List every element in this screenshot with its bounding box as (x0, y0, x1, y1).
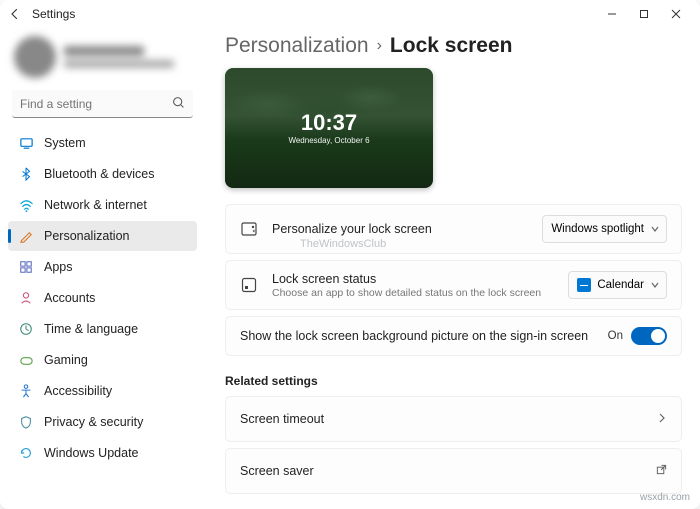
dropdown-value: Calendar (597, 279, 644, 291)
avatar (14, 36, 56, 78)
chevron-down-icon (650, 280, 660, 293)
sidebar-item-label: Accessibility (44, 384, 112, 398)
get-help-link[interactable]: Get help (225, 500, 682, 509)
page-title: Lock screen (390, 34, 513, 58)
chevron-right-icon (657, 410, 667, 428)
accounts-icon (18, 290, 34, 306)
calendar-icon (577, 278, 591, 292)
external-link-icon (656, 462, 667, 480)
personalize-dropdown[interactable]: Windows spotlight (542, 215, 667, 243)
related-settings-heading: Related settings (225, 374, 682, 388)
apps-icon (18, 259, 34, 275)
link-label: Screen timeout (240, 412, 643, 426)
wifi-icon (18, 197, 34, 213)
preview-time: 10:37 (301, 112, 357, 134)
breadcrumb-parent[interactable]: Personalization (225, 34, 369, 58)
screen-timeout-row[interactable]: Screen timeout (225, 396, 682, 442)
lock-screen-status-row[interactable]: Lock screen status Choose an app to show… (225, 260, 682, 310)
minimize-button[interactable] (596, 3, 628, 25)
link-label: Screen saver (240, 464, 642, 478)
bluetooth-icon (18, 166, 34, 182)
system-icon (18, 135, 34, 151)
footer-watermark: wsxdn.com (640, 492, 690, 503)
sidebar-item-privacy[interactable]: Privacy & security (8, 407, 197, 437)
window-title: Settings (32, 7, 75, 21)
maximize-button[interactable] (628, 3, 660, 25)
screen-saver-row[interactable]: Screen saver (225, 448, 682, 494)
sidebar-item-apps[interactable]: Apps (8, 252, 197, 282)
sidebar-item-accounts[interactable]: Accounts (8, 283, 197, 313)
user-account-block[interactable] (8, 32, 197, 84)
sidebar-item-label: Personalization (44, 229, 129, 243)
gaming-icon (18, 352, 34, 368)
close-button[interactable] (660, 3, 692, 25)
card-title: Personalize your lock screen (272, 222, 528, 236)
chevron-right-icon: › (377, 37, 382, 55)
breadcrumb: Personalization › Lock screen (225, 34, 682, 58)
personalize-lock-screen-row[interactable]: Personalize your lock screen Windows spo… (225, 204, 682, 254)
sidebar-item-label: Gaming (44, 353, 88, 367)
sidebar-item-label: Apps (44, 260, 73, 274)
window-controls (596, 3, 692, 25)
sidebar-item-accessibility[interactable]: Accessibility (8, 376, 197, 406)
sidebar-item-network[interactable]: Network & internet (8, 190, 197, 220)
toggle-switch[interactable] (631, 327, 667, 345)
sidebar-item-label: System (44, 136, 86, 150)
back-button[interactable] (8, 7, 22, 21)
main-content: Personalization › Lock screen 10:37 Wedn… (205, 28, 700, 509)
lock-screen-preview[interactable]: 10:37 Wednesday, October 6 (225, 68, 433, 188)
sidebar-item-label: Windows Update (44, 446, 139, 460)
sidebar-item-label: Accounts (44, 291, 95, 305)
clock-icon (18, 321, 34, 337)
sidebar: System Bluetooth & devices Network & int… (0, 28, 205, 509)
sidebar-item-windows-update[interactable]: Windows Update (8, 438, 197, 468)
personalization-icon (18, 228, 34, 244)
sidebar-item-label: Bluetooth & devices (44, 167, 155, 181)
sidebar-item-personalization[interactable]: Personalization (8, 221, 197, 251)
preview-date: Wednesday, October 6 (288, 136, 369, 145)
dropdown-value: Windows spotlight (551, 223, 644, 235)
update-icon (18, 445, 34, 461)
sidebar-item-time-language[interactable]: Time & language (8, 314, 197, 344)
status-app-dropdown[interactable]: Calendar (568, 271, 667, 299)
signin-background-toggle-row: Show the lock screen background picture … (225, 316, 682, 356)
status-icon (240, 276, 258, 294)
sidebar-item-label: Privacy & security (44, 415, 143, 429)
sidebar-item-gaming[interactable]: Gaming (8, 345, 197, 375)
search-input[interactable] (12, 90, 193, 118)
sidebar-item-label: Network & internet (44, 198, 147, 212)
sidebar-item-system[interactable]: System (8, 128, 197, 158)
toggle-label: Show the lock screen background picture … (240, 329, 608, 343)
accessibility-icon (18, 383, 34, 399)
sidebar-item-bluetooth[interactable]: Bluetooth & devices (8, 159, 197, 189)
search-icon (172, 96, 185, 114)
picture-icon (240, 220, 258, 238)
card-title: Lock screen status (272, 272, 554, 286)
shield-icon (18, 414, 34, 430)
chevron-down-icon (650, 224, 660, 237)
sidebar-item-label: Time & language (44, 322, 138, 336)
card-subtitle: Choose an app to show detailed status on… (272, 287, 554, 299)
toggle-state: On (608, 330, 623, 342)
titlebar: Settings (0, 0, 700, 28)
